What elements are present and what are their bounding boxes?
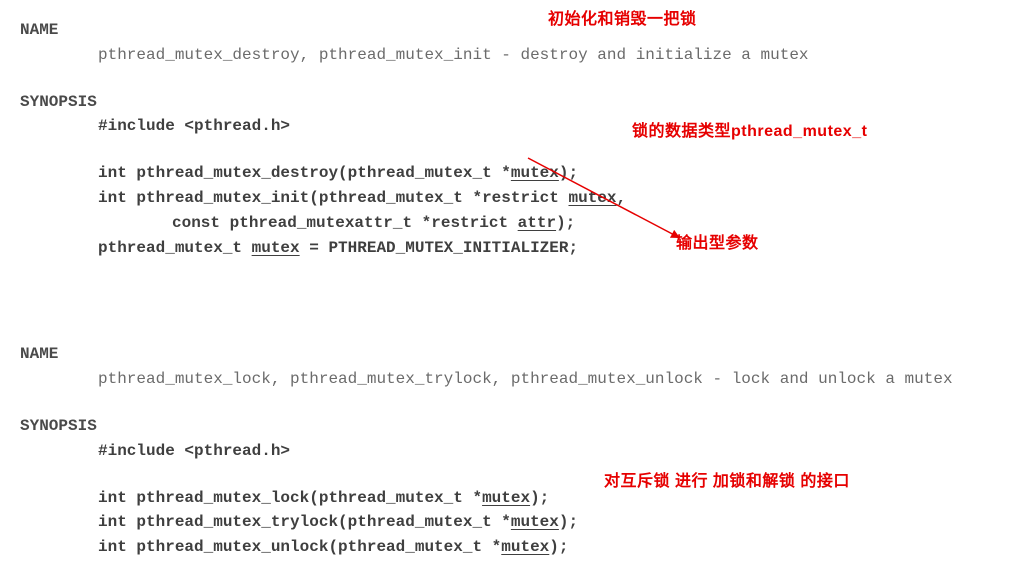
- func-init-cont-a: const pthread_mutexattr_t *restrict: [172, 214, 518, 232]
- section-synopsis-1: SYNOPSIS: [20, 90, 992, 115]
- func-destroy-a: int pthread_mutex_destroy(pthread_mutex_…: [98, 164, 511, 182]
- func-trylock: int pthread_mutex_trylock(pthread_mutex_…: [20, 510, 992, 535]
- desc-line-1: pthread_mutex_destroy, pthread_mutex_ini…: [20, 43, 992, 68]
- static-u: mutex: [252, 239, 300, 257]
- annotation-lock-unlock: 对互斥锁 进行 加锁和解锁 的接口: [604, 470, 850, 495]
- func-unlock-a: int pthread_mutex_unlock(pthread_mutex_t…: [98, 538, 501, 556]
- annotation-init-destroy: 初始化和销毁一把锁: [548, 8, 697, 33]
- annotation-datatype: 锁的数据类型pthread_mutex_t: [632, 120, 867, 145]
- func-unlock: int pthread_mutex_unlock(pthread_mutex_t…: [20, 535, 992, 560]
- func-destroy-u: mutex: [511, 164, 559, 182]
- include-2: #include <pthread.h>: [20, 439, 992, 464]
- static-a: pthread_mutex_t: [98, 239, 252, 257]
- func-lock-a: int pthread_mutex_lock(pthread_mutex_t *: [98, 489, 482, 507]
- section-name-1: NAME: [20, 18, 992, 43]
- func-unlock-b: );: [549, 538, 568, 556]
- func-init-b: ,: [617, 189, 627, 207]
- static-b: = PTHREAD_MUTEX_INITIALIZER;: [300, 239, 578, 257]
- func-trylock-a: int pthread_mutex_trylock(pthread_mutex_…: [98, 513, 511, 531]
- desc-line-2: pthread_mutex_lock, pthread_mutex_tryloc…: [20, 367, 992, 392]
- func-trylock-u: mutex: [511, 513, 559, 531]
- func-init: int pthread_mutex_init(pthread_mutex_t *…: [20, 186, 992, 211]
- func-unlock-u: mutex: [501, 538, 549, 556]
- func-destroy-b: );: [559, 164, 578, 182]
- func-destroy: int pthread_mutex_destroy(pthread_mutex_…: [20, 161, 992, 186]
- section-name-2: NAME: [20, 342, 992, 367]
- static-initializer: pthread_mutex_t mutex = PTHREAD_MUTEX_IN…: [20, 236, 992, 261]
- func-init-cont-b: );: [556, 214, 575, 232]
- func-trylock-b: );: [559, 513, 578, 531]
- func-lock-u: mutex: [482, 489, 530, 507]
- func-lock-b: );: [530, 489, 549, 507]
- func-init-cont: const pthread_mutexattr_t *restrict attr…: [20, 211, 992, 236]
- section-synopsis-2: SYNOPSIS: [20, 414, 992, 439]
- func-init-cont-u: attr: [518, 214, 556, 232]
- func-init-u: mutex: [568, 189, 616, 207]
- annotation-output-param: 输出型参数: [676, 232, 759, 257]
- func-init-a: int pthread_mutex_init(pthread_mutex_t *…: [98, 189, 568, 207]
